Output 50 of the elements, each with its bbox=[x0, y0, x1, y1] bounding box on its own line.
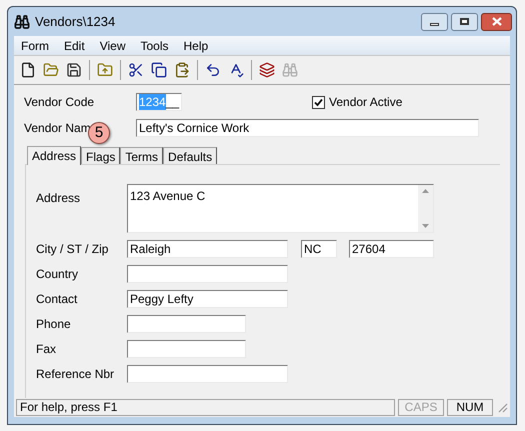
folder-up-icon[interactable] bbox=[97, 62, 113, 78]
close-button[interactable] bbox=[481, 12, 512, 30]
resize-grip-icon[interactable] bbox=[496, 401, 508, 413]
vendor-name-field[interactable]: Lefty's Cornice Work bbox=[136, 119, 479, 137]
text-field[interactable] bbox=[127, 315, 246, 333]
status-text: For help, press F1 bbox=[16, 398, 395, 416]
zip-field[interactable]: 27604 bbox=[349, 240, 434, 258]
binoculars-icon bbox=[14, 14, 30, 30]
paste-icon[interactable] bbox=[174, 62, 190, 78]
text-field[interactable] bbox=[127, 365, 288, 383]
field-label: Fax bbox=[36, 341, 58, 358]
address-field[interactable]: 123 Avenue C bbox=[127, 184, 434, 233]
menu-item[interactable]: Tools bbox=[140, 36, 168, 54]
field-label: Vendor Code bbox=[24, 94, 96, 111]
close-icon bbox=[492, 17, 502, 26]
copy-icon[interactable] bbox=[151, 62, 167, 78]
menu-item[interactable]: Edit bbox=[64, 36, 85, 54]
menu-item[interactable]: Form bbox=[21, 36, 49, 54]
folder-open-icon[interactable] bbox=[43, 62, 59, 78]
status-indicator: CAPS bbox=[398, 398, 444, 416]
tab[interactable]: Terms bbox=[120, 147, 164, 164]
tab[interactable]: Flags bbox=[81, 147, 120, 164]
layers-icon[interactable] bbox=[259, 62, 275, 78]
field-label: Address bbox=[36, 190, 82, 207]
field-label: Reference Nbr bbox=[36, 366, 116, 383]
save-icon[interactable] bbox=[66, 62, 82, 78]
window-title: Vendors\1234 bbox=[35, 12, 116, 31]
tab[interactable]: Defaults bbox=[163, 147, 218, 164]
field-label: City / ST / Zip bbox=[36, 241, 110, 258]
field-label: Country bbox=[36, 266, 80, 283]
text-field[interactable]: Peggy Lefty bbox=[127, 290, 288, 308]
status-indicator: NUM bbox=[447, 398, 493, 416]
menu-item[interactable]: View bbox=[100, 36, 126, 54]
check-icon bbox=[314, 98, 323, 106]
tab[interactable]: Address bbox=[27, 146, 82, 165]
minimize-button[interactable] bbox=[421, 12, 448, 30]
scissors-icon[interactable] bbox=[128, 62, 144, 78]
state-field[interactable]: NC bbox=[301, 240, 337, 258]
checkbox[interactable] bbox=[312, 96, 325, 108]
text-field[interactable] bbox=[127, 340, 246, 358]
maximize-button[interactable] bbox=[451, 12, 478, 30]
field-label: Phone bbox=[36, 316, 72, 333]
checkbox-label: Vendor Active bbox=[329, 94, 402, 111]
menu-item[interactable]: Help bbox=[184, 36, 208, 54]
city-field[interactable]: Raleigh bbox=[127, 240, 288, 258]
vendor-code-field[interactable]: 1234__ bbox=[136, 93, 182, 111]
field-label: Contact bbox=[36, 291, 78, 308]
file-icon[interactable] bbox=[20, 62, 36, 78]
text-field[interactable] bbox=[127, 265, 288, 283]
undo-icon[interactable] bbox=[205, 62, 221, 78]
